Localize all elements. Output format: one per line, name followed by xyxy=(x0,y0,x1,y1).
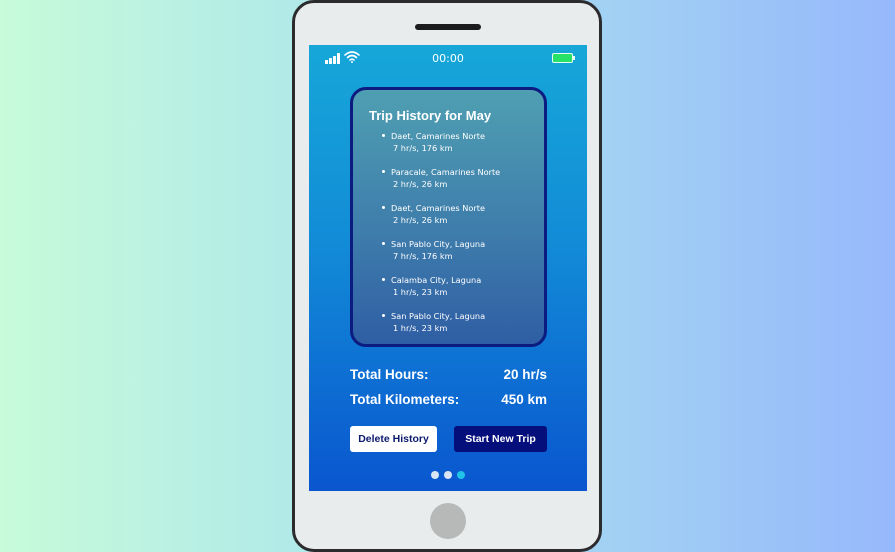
trip-place: Daet, Camarines Norte xyxy=(391,131,485,141)
trip-list: Daet, Camarines Norte 7 hr/s, 176 km Par… xyxy=(381,130,501,346)
page-dot[interactable] xyxy=(431,471,439,479)
trip-place: Daet, Camarines Norte xyxy=(391,203,485,213)
trip-list-item[interactable]: Paracale, Camarines Norte 2 hr/s, 26 km xyxy=(381,166,501,202)
trip-stats: 2 hr/s, 26 km xyxy=(393,179,448,189)
status-bar: 00:00 xyxy=(309,45,587,71)
delete-history-button[interactable]: Delete History xyxy=(350,426,437,452)
card-title: Trip History for May xyxy=(369,108,492,123)
trip-place: San Pablo City, Laguna xyxy=(391,311,486,321)
app-screen: 00:00 Trip History for May Daet, Camarin… xyxy=(309,45,587,491)
page-dot-active[interactable] xyxy=(457,471,465,479)
trip-place: Calamba City, Laguna xyxy=(391,275,482,285)
home-button[interactable] xyxy=(430,503,466,539)
status-time: 00:00 xyxy=(432,52,464,65)
trip-stats: 1 hr/s, 23 km xyxy=(393,287,448,297)
total-hours-label: Total Hours: xyxy=(350,367,429,382)
trip-stats: 7 hr/s, 176 km xyxy=(393,251,453,261)
trip-history-card: Trip History for May Daet, Camarines Nor… xyxy=(350,87,547,347)
trip-list-item[interactable]: Daet, Camarines Norte 2 hr/s, 26 km xyxy=(381,202,500,238)
total-km-value: 450 km xyxy=(501,392,547,407)
page-dot[interactable] xyxy=(444,471,452,479)
start-new-trip-button[interactable]: Start New Trip xyxy=(454,426,547,452)
trip-list-item[interactable]: San Pablo City, Laguna 7 hr/s, 176 km xyxy=(381,238,500,274)
battery-icon xyxy=(552,53,575,63)
phone-frame: 00:00 Trip History for May Daet, Camarin… xyxy=(292,0,602,552)
page-indicator xyxy=(431,471,471,479)
trip-list-item[interactable]: San Pablo City, Laguna 1 hr/s, 23 km xyxy=(381,310,500,346)
trip-list-item[interactable]: Calamba City, Laguna 1 hr/s, 23 km xyxy=(381,274,500,310)
total-hours-row: Total Hours: 20 hr/s xyxy=(350,367,547,385)
trip-place: San Pablo City, Laguna xyxy=(391,239,486,249)
trip-stats: 1 hr/s, 23 km xyxy=(393,323,448,333)
trip-stats: 2 hr/s, 26 km xyxy=(393,215,448,225)
phone-speaker xyxy=(415,24,481,30)
trip-place: Paracale, Camarines Norte xyxy=(391,167,501,177)
total-hours-value: 20 hr/s xyxy=(503,367,547,382)
total-km-row: Total Kilometers: 450 km xyxy=(350,392,547,410)
trip-list-item[interactable]: Daet, Camarines Norte 7 hr/s, 176 km xyxy=(381,130,500,166)
total-km-label: Total Kilometers: xyxy=(350,392,460,407)
trip-stats: 7 hr/s, 176 km xyxy=(393,143,453,153)
